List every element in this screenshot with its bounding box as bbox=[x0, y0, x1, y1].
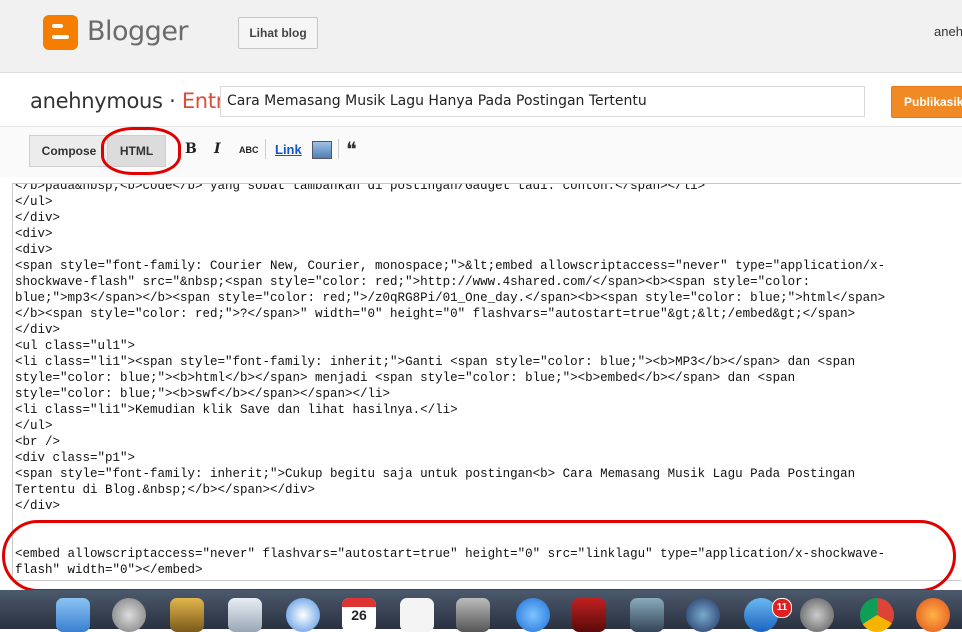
mail-icon[interactable] bbox=[228, 598, 262, 632]
code-line: shockwave-flash" src="&nbsp;<span style=… bbox=[15, 275, 811, 289]
notification-badge: 11 bbox=[772, 598, 792, 618]
code-line: style="color: blue;"><b>swf</b></span></… bbox=[15, 387, 391, 401]
code-line: <br /> bbox=[15, 435, 61, 449]
code-line: </div> bbox=[15, 323, 61, 337]
divider bbox=[265, 139, 266, 159]
code-line: <embed allowscriptaccess="never" flashva… bbox=[15, 547, 886, 561]
blogger-logo-icon[interactable] bbox=[43, 15, 78, 50]
blog-name-text: anehnymous bbox=[30, 89, 163, 113]
code-line: <div class="p1"> bbox=[15, 451, 136, 465]
code-line: </b>pada&nbsp;<b>code</b> yang sobat tam… bbox=[15, 183, 706, 193]
code-line: </ul> bbox=[15, 195, 53, 209]
code-line: blue;">mp3</span></b><span style="color:… bbox=[15, 291, 886, 305]
photobooth-icon[interactable] bbox=[572, 598, 606, 632]
itunes-icon[interactable] bbox=[686, 598, 720, 632]
app-icon[interactable] bbox=[456, 598, 490, 632]
quote-icon[interactable]: ❝ bbox=[346, 137, 357, 162]
chrome-icon[interactable] bbox=[860, 598, 894, 632]
code-line: <span style="font-family: inherit;">Cuku… bbox=[15, 467, 856, 481]
image-icon[interactable] bbox=[312, 141, 332, 159]
code-line: </div> bbox=[15, 211, 61, 225]
mac-dock: 26 bbox=[0, 590, 962, 632]
html-code: </b>pada&nbsp;<b>code</b> yang sobat tam… bbox=[15, 183, 886, 514]
code-line: <li class="li1">Kemudian klik Save dan l… bbox=[15, 403, 458, 417]
system-preferences-icon[interactable] bbox=[800, 598, 834, 632]
finder-icon[interactable] bbox=[56, 598, 90, 632]
reminders-icon[interactable] bbox=[400, 598, 434, 632]
code-line: <span style="font-family: Courier New, C… bbox=[15, 259, 886, 273]
tab-html[interactable]: HTML bbox=[107, 135, 166, 167]
tab-compose[interactable]: Compose bbox=[29, 135, 109, 167]
code-line: <div> bbox=[15, 227, 53, 241]
code-line: <li class="li1"><span style="font-family… bbox=[15, 355, 856, 369]
divider bbox=[338, 139, 339, 159]
code-line: Tertentu di Blog.&nbsp;</b></span></div> bbox=[15, 483, 316, 497]
code-line: <ul class="ul1"> bbox=[15, 339, 136, 353]
firefox-icon[interactable] bbox=[916, 598, 950, 632]
logo-text[interactable]: Blogger bbox=[87, 16, 189, 47]
safari-icon[interactable] bbox=[286, 598, 320, 632]
separator: · bbox=[162, 89, 182, 113]
user-name[interactable]: aneh bbox=[934, 24, 962, 39]
launchpad-icon[interactable] bbox=[112, 598, 146, 632]
blog-name: anehnymous · Entri bbox=[30, 89, 230, 113]
italic-icon[interactable]: I bbox=[214, 141, 221, 157]
calendar-day: 26 bbox=[351, 607, 367, 623]
bold-icon[interactable]: B bbox=[185, 141, 197, 157]
embed-code: <embed allowscriptaccess="never" flashva… bbox=[15, 546, 885, 578]
messages-icon[interactable] bbox=[516, 598, 550, 632]
publish-button[interactable]: Publikasik bbox=[891, 86, 962, 118]
link-button[interactable]: Link bbox=[275, 142, 302, 157]
html-editor-textarea[interactable]: </b>pada&nbsp;<b>code</b> yang sobat tam… bbox=[12, 183, 961, 581]
iphoto-icon[interactable] bbox=[630, 598, 664, 632]
editor-toolbar: Compose HTML B I ABC Link ❝ bbox=[0, 126, 962, 177]
post-title-input[interactable]: Cara Memasang Musik Lagu Hanya Pada Post… bbox=[220, 86, 865, 117]
code-line: flash" width="0"></embed> bbox=[15, 563, 203, 577]
code-line: </ul> bbox=[15, 419, 53, 433]
code-line: </b><span style="color: red;">?</span>" … bbox=[15, 307, 856, 321]
spellcheck-icon[interactable]: ABC bbox=[239, 145, 259, 155]
view-blog-button[interactable]: Lihat blog bbox=[238, 17, 318, 49]
code-line: style="color: blue;"><b>html</b></span> … bbox=[15, 371, 796, 385]
code-line: <div> bbox=[15, 243, 53, 257]
top-bar: Blogger Lihat blog aneh bbox=[0, 0, 962, 73]
app-icon[interactable] bbox=[170, 598, 204, 632]
calendar-icon[interactable]: 26 bbox=[342, 598, 376, 632]
code-line: </div> bbox=[15, 499, 61, 513]
